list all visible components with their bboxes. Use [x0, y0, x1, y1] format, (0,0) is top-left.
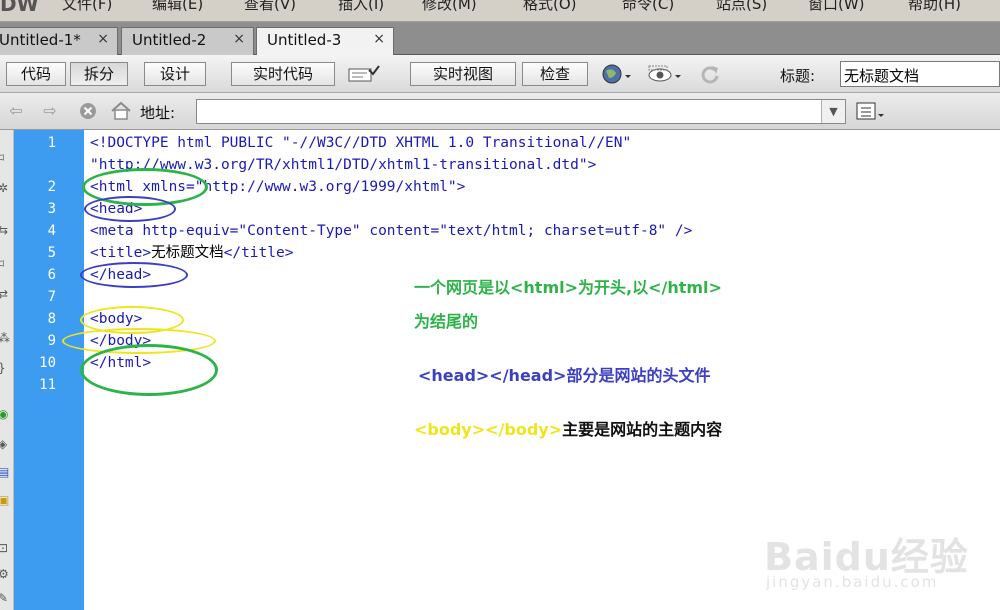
split-view-button[interactable]: 拆分: [70, 62, 128, 86]
code-line-meta: <meta http-equiv="Content-Type" content=…: [90, 223, 693, 239]
title-close-tag: </title>: [223, 245, 294, 261]
tab-label: Untitled-3: [267, 31, 342, 49]
syntax-error-icon[interactable]: ◈: [0, 436, 12, 452]
menu-site[interactable]: 站点(S): [716, 0, 767, 14]
menu-help[interactable]: 帮助(H): [908, 0, 961, 14]
visual-aids-icon[interactable]: [645, 64, 685, 84]
inspect-button[interactable]: 检查: [522, 62, 588, 86]
close-icon[interactable]: ×: [233, 31, 245, 47]
line-numbers-icon[interactable]: ⁂: [0, 330, 12, 346]
menu-window[interactable]: 窗口(W): [808, 0, 865, 14]
snippets-icon[interactable]: ⚙: [0, 566, 12, 582]
menu-format[interactable]: 格式(O): [523, 0, 577, 14]
note-body-section: <body></body>主要是网站的主题内容: [414, 416, 722, 440]
document-title-input[interactable]: [840, 61, 1000, 87]
line-number: 5: [47, 245, 56, 261]
indent-icon[interactable]: ✎: [0, 590, 12, 606]
app-logo: DW: [0, 0, 39, 16]
line-number: 1: [47, 135, 56, 151]
line-number: 8: [47, 311, 56, 327]
line-number-gutter: 1 2 3 4 5 6 7 8 9 10 11: [14, 130, 84, 610]
close-icon[interactable]: ×: [373, 31, 385, 47]
line-number: 10: [39, 355, 56, 371]
coding-toolbar: ⌑ ✲ ⇆ ⌑ ⇄ ⁂ } ◉ ◈ ▤ ▣ ⊡ ⚙ ✎: [0, 130, 14, 610]
wrap-tag-icon[interactable]: ⊡: [0, 540, 12, 556]
tab-label: Untitled-1*: [0, 31, 81, 49]
refresh-icon[interactable]: [698, 64, 722, 84]
forward-arrow-icon[interactable]: ⇨: [40, 101, 60, 121]
remove-comment-icon[interactable]: ▣: [0, 492, 12, 508]
menu-edit[interactable]: 编辑(E): [152, 0, 203, 14]
apply-comment-icon[interactable]: ▤: [0, 464, 12, 480]
note-body-tag: <body></body>: [414, 420, 563, 439]
line-number: 11: [39, 377, 56, 393]
note-body-text: 主要是网站的主题内容: [562, 420, 723, 439]
collapse-icon[interactable]: ✲: [0, 180, 12, 196]
tab-untitled-2[interactable]: Untitled-2 ×: [121, 27, 254, 55]
tab-label: Untitled-2: [132, 31, 207, 49]
menu-modify[interactable]: 修改(M): [422, 0, 477, 14]
note-head-section: <head></head>部分是网站的头文件: [418, 366, 711, 385]
code-view-button[interactable]: 代码: [6, 62, 66, 86]
live-view-button[interactable]: 实时视图: [410, 62, 516, 86]
note-html-structure-line2: 为结尾的: [414, 312, 479, 331]
menu-view[interactable]: 查看(V): [244, 0, 296, 14]
braces-icon[interactable]: }: [0, 360, 12, 376]
line-number: 3: [47, 201, 56, 217]
home-icon[interactable]: [110, 101, 131, 121]
balance-braces-icon[interactable]: ⇄: [0, 286, 12, 302]
live-code-button[interactable]: 实时代码: [231, 62, 335, 86]
open-documents-icon[interactable]: ⌑: [0, 150, 12, 166]
address-bar: ⇦ ⇨ 地址: ▼: [0, 93, 1000, 130]
highlight-icon[interactable]: ◉: [0, 406, 12, 422]
code-line-doctype: <!DOCTYPE html PUBLIC "-//W3C//DTD XHTML…: [90, 135, 632, 151]
html-close-highlight-ellipse: [80, 344, 218, 396]
head-open-highlight-ellipse: [84, 196, 176, 222]
title-text: 无标题文档: [151, 245, 224, 261]
menu-commands[interactable]: 命令(C): [622, 0, 674, 14]
menu-insert[interactable]: 插入(I): [338, 0, 384, 14]
title-open-tag: <title>: [90, 245, 152, 261]
select-parent-icon[interactable]: ⌑: [0, 256, 12, 272]
note-html-structure-line1: 一个网页是以<html>为开头,以</html>: [414, 278, 722, 297]
menu-bar: DW 文件(F) 编辑(E) 查看(V) 插入(I) 修改(M) 格式(O) 命…: [0, 0, 1000, 22]
tab-untitled-3[interactable]: Untitled-3 ×: [256, 27, 394, 56]
globe-preview-icon[interactable]: [600, 64, 634, 84]
line-number: 6: [47, 267, 56, 283]
line-number: 4: [47, 223, 56, 239]
line-number: 9: [47, 333, 56, 349]
address-label: 地址:: [140, 104, 176, 122]
code-line-title: <title>无标题文档</title>: [90, 242, 293, 264]
design-view-button[interactable]: 设计: [144, 62, 206, 86]
document-title-label: 标题:: [780, 67, 816, 85]
head-close-highlight-ellipse: [80, 262, 188, 288]
tab-untitled-1[interactable]: Untitled-1* ×: [0, 27, 118, 55]
line-number: 7: [47, 289, 56, 305]
line-number: 2: [47, 179, 56, 195]
watermark-url: jingyan.baidu.com: [766, 573, 939, 591]
close-icon[interactable]: ×: [97, 31, 109, 47]
expand-icon[interactable]: ⇆: [0, 222, 12, 238]
back-arrow-icon[interactable]: ⇦: [6, 101, 26, 121]
baidu-watermark: Baidu经验 jingyan.baidu.com: [764, 518, 1000, 608]
stop-icon[interactable]: [78, 101, 98, 121]
document-toolbar: 代码 拆分 设计 实时代码 实时视图 检查 标题:: [0, 55, 1000, 93]
address-input[interactable]: ▼: [196, 99, 846, 124]
chevron-down-icon[interactable]: ▼: [821, 100, 845, 123]
menu-file[interactable]: 文件(F): [62, 0, 112, 14]
compatibility-check-icon[interactable]: [346, 64, 382, 84]
view-options-icon[interactable]: [853, 99, 893, 124]
document-tab-bar: Untitled-1* × Untitled-2 × Untitled-3 ×: [0, 22, 1000, 56]
